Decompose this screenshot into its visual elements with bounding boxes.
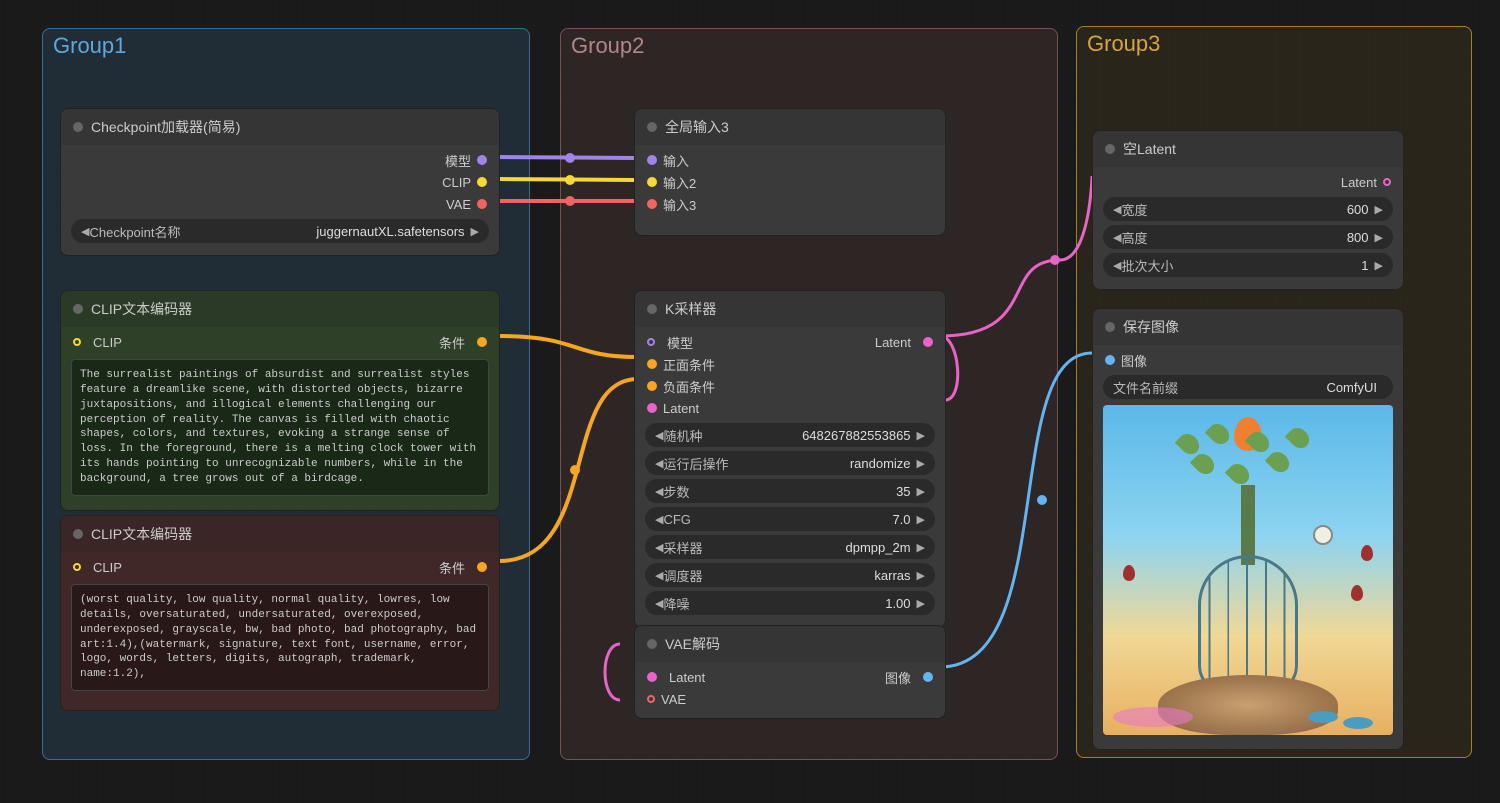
input-clip-port[interactable] [73,563,81,571]
input-latent-port[interactable] [647,672,657,682]
group-2-label: Group2 [561,29,1057,63]
node-title: 保存图像 [1123,317,1179,337]
input-clip-port[interactable] [73,338,81,346]
output-conditioning-port[interactable] [477,562,487,572]
filename-prefix-widget[interactable]: 文件名前缀 ComfyUI [1103,375,1393,399]
width-widget[interactable]: ◀宽度600▶ [1103,197,1393,221]
port-dot-icon [1105,355,1115,365]
input-vae[interactable]: VAE [635,688,945,710]
cfg-widget[interactable]: ◀CFG7.0▶ [645,507,935,531]
collapse-icon[interactable] [73,304,83,314]
node-clip-negative[interactable]: CLIP文本编码器 CLIP 条件 (worst quality, low qu… [60,515,500,711]
steps-widget[interactable]: ◀步数35▶ [645,479,935,503]
port-dot-icon [477,155,487,165]
denoise-widget[interactable]: ◀降噪1.00▶ [645,591,935,615]
node-checkpoint-loader[interactable]: Checkpoint加载器(简易) 模型 CLIP VAE ◀ Checkpoi… [60,108,500,256]
negative-prompt-input[interactable]: (worst quality, low quality, normal qual… [71,584,489,691]
port-dot-icon [647,177,657,187]
port-dot-icon [647,403,657,413]
chevron-right-icon: ▶ [471,225,479,238]
checkpoint-name-selector[interactable]: ◀ Checkpoint名称 juggernautXL.safetensors … [71,219,489,243]
collapse-icon[interactable] [647,639,657,649]
node-title: CLIP文本编码器 [91,299,192,319]
node-title: Checkpoint加载器(简易) [91,117,240,137]
output-model[interactable]: 模型 [61,149,499,171]
batch-widget[interactable]: ◀批次大小1▶ [1103,253,1393,277]
input-port-1[interactable]: 输入 [635,149,945,171]
output-latent-port[interactable] [923,337,933,347]
sampler-widget[interactable]: ◀采样器dpmpp_2m▶ [645,535,935,559]
collapse-icon[interactable] [73,529,83,539]
port-dot-icon [477,199,487,209]
control-after-widget[interactable]: ◀运行后操作randomize▶ [645,451,935,475]
output-vae[interactable]: VAE [61,193,499,215]
input-positive[interactable]: 正面条件 [635,353,945,375]
collapse-icon[interactable] [647,304,657,314]
input-latent[interactable]: Latent [635,397,945,419]
node-vae-decode[interactable]: VAE解码 Latent 图像 VAE [634,625,946,719]
port-dot-icon [647,381,657,391]
port-dot-icon [647,199,657,209]
input-port-3[interactable]: 输入3 [635,193,945,215]
output-image-port[interactable] [923,672,933,682]
chevron-left-icon: ◀ [81,225,89,238]
output-latent[interactable]: Latent [1093,171,1403,193]
node-title: CLIP文本编码器 [91,524,192,544]
collapse-icon[interactable] [1105,144,1115,154]
group-1-label: Group1 [43,29,529,63]
node-title: 空Latent [1123,139,1176,159]
node-title: 全局输入3 [665,117,729,137]
node-title: VAE解码 [665,634,720,654]
node-empty-latent[interactable]: 空Latent Latent ◀宽度600▶ ◀高度800▶ ◀批次大小1▶ [1092,130,1404,290]
output-conditioning-port[interactable] [477,337,487,347]
node-ksampler[interactable]: K采样器 模型 Latent 正面条件 负面条件 Latent ◀随机种6482… [634,290,946,628]
input-image[interactable]: 图像 [1093,349,1403,371]
seed-widget[interactable]: ◀随机种648267882553865▶ [645,423,935,447]
node-clip-positive[interactable]: CLIP文本编码器 CLIP 条件 The surrealist paintin… [60,290,500,511]
input-model-port[interactable] [647,338,655,346]
input-port-2[interactable]: 输入2 [635,171,945,193]
height-widget[interactable]: ◀高度800▶ [1103,225,1393,249]
output-image-preview[interactable] [1103,405,1393,735]
input-negative[interactable]: 负面条件 [635,375,945,397]
port-dot-icon [1383,178,1391,186]
collapse-icon[interactable] [1105,322,1115,332]
scheduler-widget[interactable]: ◀调度器karras▶ [645,563,935,587]
port-row: CLIP 条件 [61,556,499,578]
port-dot-icon [647,695,655,703]
group-3-label: Group3 [1077,27,1471,61]
port-dot-icon [647,359,657,369]
port-dot-icon [477,177,487,187]
positive-prompt-input[interactable]: The surrealist paintings of absurdist an… [71,359,489,496]
node-global-input[interactable]: 全局输入3 输入 输入2 输入3 [634,108,946,236]
port-row: CLIP 条件 [61,331,499,353]
output-clip[interactable]: CLIP [61,171,499,193]
collapse-icon[interactable] [647,122,657,132]
collapse-icon[interactable] [73,122,83,132]
node-title: K采样器 [665,299,716,319]
port-dot-icon [647,155,657,165]
node-save-image[interactable]: 保存图像 图像 文件名前缀 ComfyUI [1092,308,1404,750]
